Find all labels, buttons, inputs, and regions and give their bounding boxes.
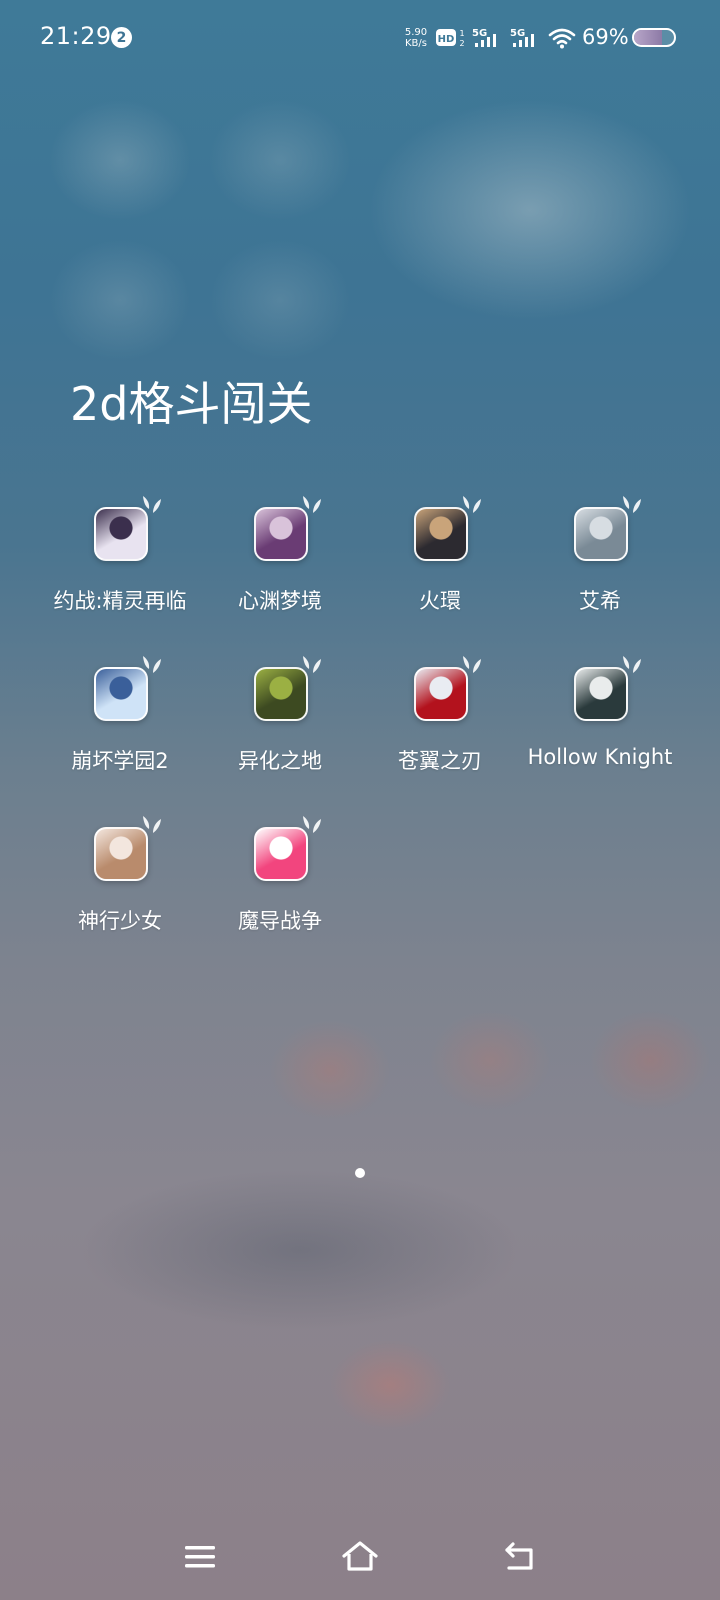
network-speed-unit: KB/s <box>405 38 427 49</box>
app-tile[interactable]: 异化之地 <box>200 656 360 807</box>
app-label: Hollow Knight <box>527 745 673 769</box>
hd-voice-icon: HD 1 2 <box>436 27 468 53</box>
svg-text:HD: HD <box>438 34 455 45</box>
app-tile[interactable]: 火環 <box>360 496 520 647</box>
network-speed: 5.90 KB/s <box>401 27 431 49</box>
cellular-signal-1-icon: 5G <box>472 26 504 54</box>
app-label: 心渊梦境 <box>238 589 322 613</box>
network-speed-value: 5.90 <box>404 27 428 38</box>
battery-level-fill <box>634 30 662 45</box>
svg-text:2: 2 <box>459 39 464 48</box>
svg-text:1: 1 <box>459 29 464 38</box>
download-pending-icon <box>143 496 161 513</box>
download-pending-icon <box>143 816 161 833</box>
app-tile[interactable]: 苍翼之刃 <box>360 656 520 807</box>
app-label: 异化之地 <box>238 749 322 773</box>
home-icon <box>342 1541 378 1571</box>
download-pending-icon <box>303 496 321 513</box>
svg-text:5G: 5G <box>472 28 487 39</box>
app-tile[interactable]: 艾希 <box>520 496 680 647</box>
app-label: 约战:精灵再临 <box>53 589 187 613</box>
download-pending-icon <box>143 656 161 673</box>
download-pending-icon <box>463 496 481 513</box>
app-label: 火環 <box>419 589 461 613</box>
battery-icon <box>632 28 676 47</box>
app-tile[interactable]: 心渊梦境 <box>200 496 360 647</box>
page-indicator-dot <box>355 1168 365 1178</box>
status-time: 21:29 <box>40 22 112 50</box>
app-label: 苍翼之刃 <box>398 749 482 773</box>
svg-text:5G: 5G <box>510 28 525 39</box>
app-tile[interactable]: Hollow Knight <box>520 656 680 807</box>
notification-count-badge: 2 <box>111 27 132 48</box>
app-tile[interactable]: 崩坏学园2 <box>40 656 200 807</box>
cellular-signal-2-icon: 5G <box>510 26 542 54</box>
app-label: 艾希 <box>579 589 621 613</box>
download-pending-icon <box>463 656 481 673</box>
app-label: 魔导战争 <box>238 909 322 933</box>
nav-menu-button[interactable] <box>176 1535 224 1579</box>
back-icon <box>505 1542 533 1570</box>
app-label: 崩坏学园2 <box>71 749 169 773</box>
download-pending-icon <box>303 656 321 673</box>
app-label: 神行少女 <box>78 909 162 933</box>
app-tile[interactable]: 约战:精灵再临 <box>40 496 200 647</box>
wifi-icon <box>548 27 576 53</box>
status-bar: 21:29 2 5.90 KB/s HD 1 2 5G 5G 69% <box>0 0 720 78</box>
download-pending-icon <box>623 496 641 513</box>
download-pending-icon <box>623 656 641 673</box>
nav-home-button[interactable] <box>336 1535 384 1579</box>
menu-icon <box>185 1546 215 1568</box>
folder-title[interactable]: 2d格斗闯关 <box>70 368 312 434</box>
app-tile[interactable]: 魔导战争 <box>200 816 360 967</box>
battery-percent: 69% <box>582 25 629 49</box>
nav-back-button[interactable] <box>496 1535 544 1579</box>
download-pending-icon <box>303 816 321 833</box>
app-tile[interactable]: 神行少女 <box>40 816 200 967</box>
